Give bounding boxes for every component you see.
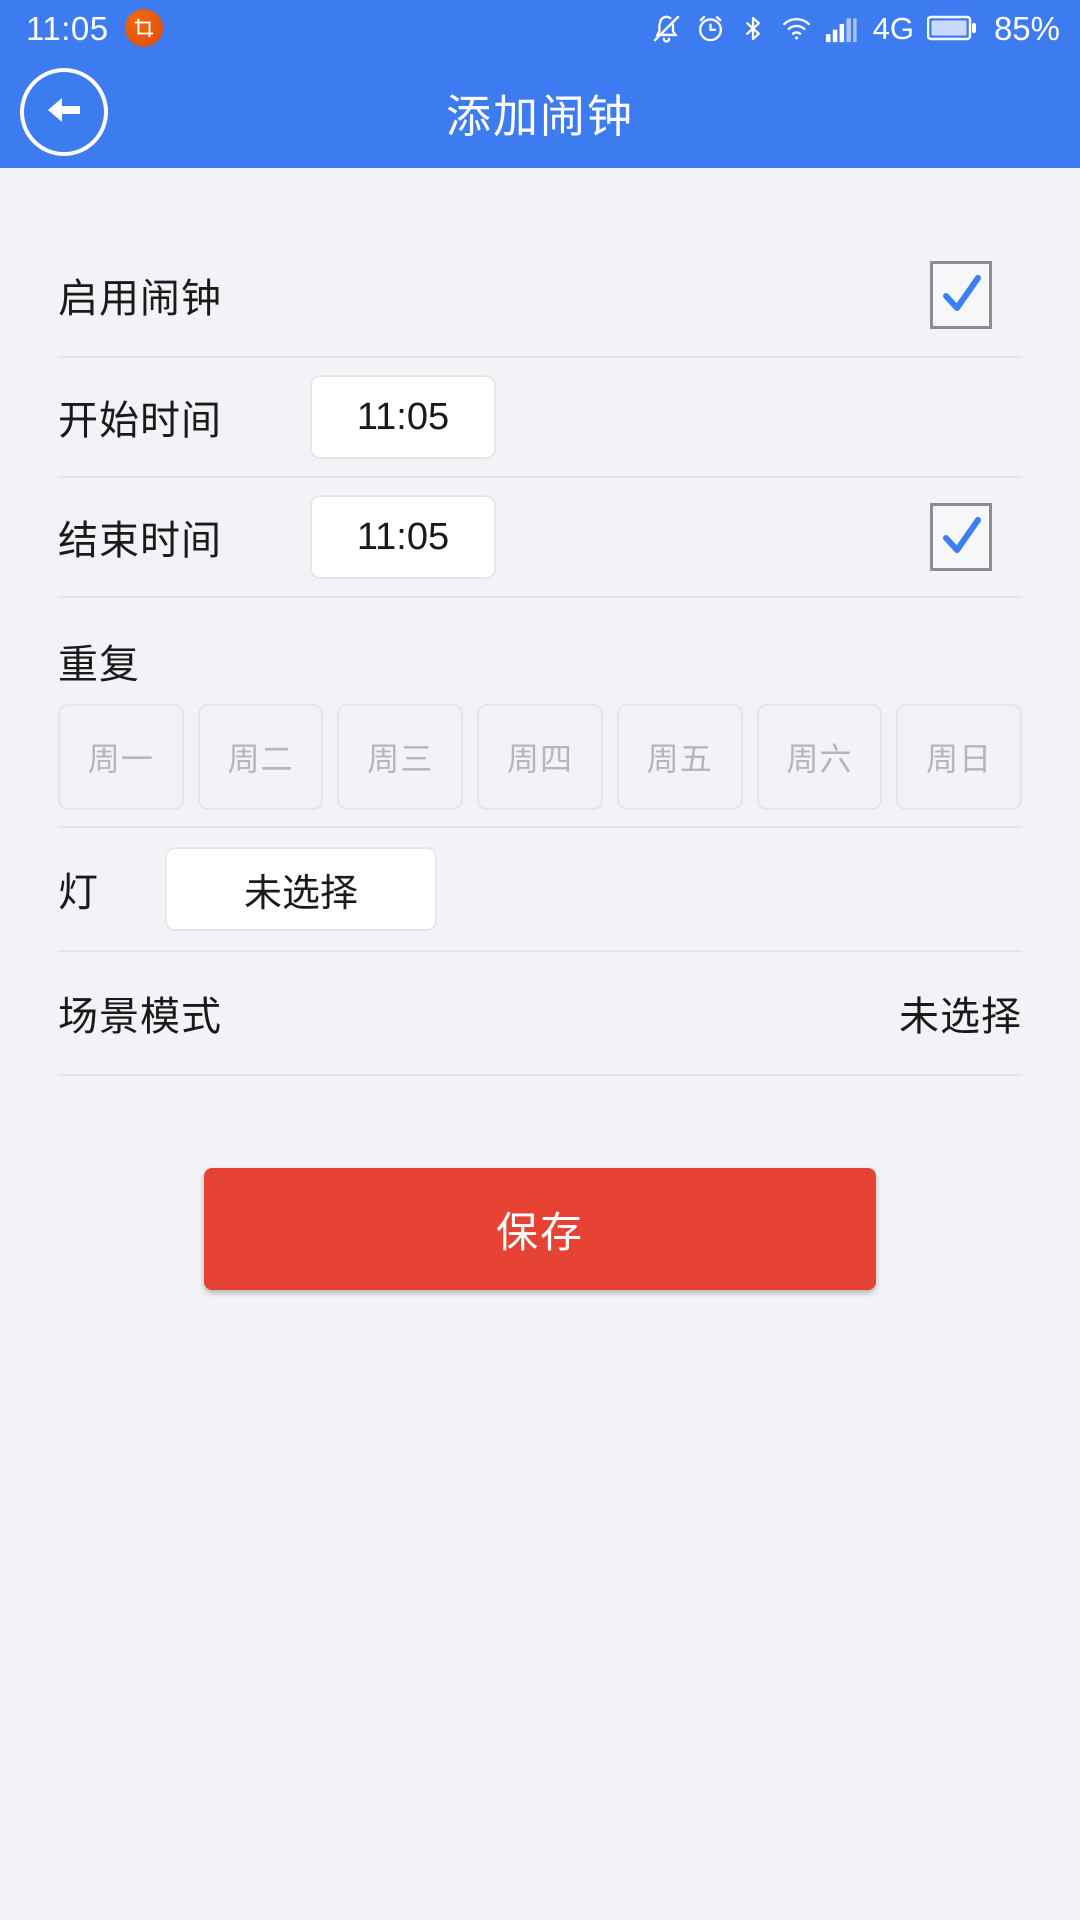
repeat-label: 重复	[58, 643, 140, 687]
signal-bars-icon	[825, 13, 860, 44]
row-enable-alarm[interactable]: 启用闹钟	[58, 234, 1022, 358]
battery-percent-label: 85%	[993, 9, 1060, 47]
weekday-monday[interactable]: 周一	[58, 704, 184, 810]
weekday-friday[interactable]: 周五	[616, 704, 743, 810]
checkmark-icon	[938, 270, 984, 320]
checkmark-icon	[938, 512, 984, 562]
light-label: 灯	[58, 871, 99, 915]
bluetooth-icon	[739, 13, 767, 44]
alarm-clock-icon	[695, 13, 726, 44]
form-content: 启用闹钟 开始时间 11:05 结束时间 11:05 重复 周一 周二 周三 周…	[0, 234, 1080, 1290]
weekday-selector: 周一 周二 周三 周四 周五 周六 周日	[58, 704, 1023, 826]
save-button[interactable]: 保存	[204, 1168, 876, 1290]
end-time-label: 结束时间	[58, 519, 222, 563]
row-scene-mode[interactable]: 场景模式 未选择	[58, 952, 1022, 1076]
status-bar-clock: 11:05	[26, 9, 109, 47]
bell-off-icon	[651, 13, 682, 44]
screenshot-crop-icon	[124, 9, 163, 47]
start-time-label: 开始时间	[58, 399, 222, 443]
battery-icon	[926, 14, 977, 42]
end-time-value[interactable]: 11:05	[310, 495, 496, 579]
page-title: 添加闹钟	[445, 90, 634, 142]
weekday-saturday[interactable]: 周六	[756, 704, 883, 810]
app-header: 添加闹钟	[0, 56, 1080, 168]
status-bar-icons: 4G 85%	[651, 12, 1060, 45]
wifi-icon	[780, 13, 813, 44]
status-bar: 11:05 4G 85%	[0, 0, 1080, 56]
row-start-time[interactable]: 开始时间 11:05	[58, 358, 1022, 478]
network-type-label: 4G	[872, 10, 914, 46]
scene-mode-value: 未选择	[899, 995, 1022, 1039]
enable-alarm-label: 启用闹钟	[58, 277, 222, 321]
back-arrow-icon	[40, 90, 88, 135]
end-time-checkbox[interactable]	[930, 503, 992, 571]
light-value[interactable]: 未选择	[165, 847, 437, 931]
save-button-container: 保存	[58, 1168, 1022, 1290]
enable-alarm-checkbox[interactable]	[930, 261, 992, 329]
back-button[interactable]	[20, 68, 108, 156]
weekday-tuesday[interactable]: 周二	[197, 704, 324, 810]
start-time-value[interactable]: 11:05	[310, 375, 496, 459]
row-light[interactable]: 灯 未选择	[58, 828, 1022, 952]
repeat-section: 重复 周一 周二 周三 周四 周五 周六 周日	[58, 598, 1023, 828]
weekday-sunday[interactable]: 周日	[896, 704, 1023, 810]
weekday-wednesday[interactable]: 周三	[337, 704, 464, 810]
weekday-thursday[interactable]: 周四	[477, 704, 603, 810]
scene-mode-label: 场景模式	[58, 995, 222, 1039]
row-end-time[interactable]: 结束时间 11:05	[58, 478, 1022, 598]
